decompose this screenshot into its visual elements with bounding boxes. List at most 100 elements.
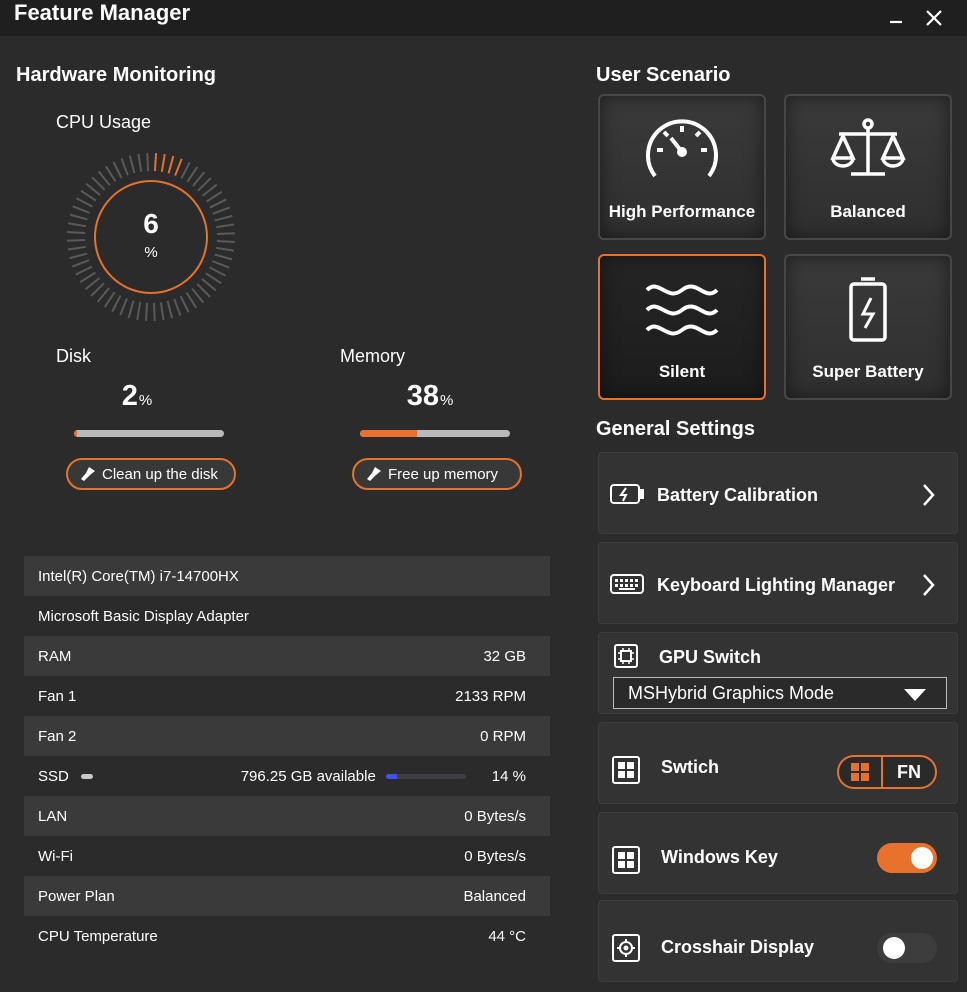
crosshair-display-toggle[interactable] bbox=[877, 933, 937, 963]
gauge-tick bbox=[85, 182, 101, 196]
close-icon bbox=[926, 10, 942, 26]
gauge-tick bbox=[179, 295, 190, 313]
cpu-usage-unit: % bbox=[144, 244, 158, 261]
keyboard-lighting-label: Keyboard Lighting Manager bbox=[657, 575, 896, 595]
gauge-tick bbox=[96, 287, 110, 303]
ssd-available: 796.25 GB available bbox=[240, 767, 376, 785]
ssd-indicator bbox=[80, 773, 93, 779]
crosshair-display-row: Crosshair Display bbox=[598, 900, 958, 982]
gauge-tick bbox=[137, 153, 143, 172]
hardware-info-table: Intel(R) Core(TM) i7-14700HX Microsoft B… bbox=[24, 556, 550, 956]
keyboard-icon bbox=[609, 573, 645, 600]
info-row-gpu: Microsoft Basic Display Adapter bbox=[38, 607, 249, 625]
keyboard-lighting-row[interactable]: Keyboard Lighting Manager bbox=[598, 542, 958, 624]
scenario-label: High Performance bbox=[608, 202, 756, 221]
gauge-tick bbox=[127, 300, 135, 319]
info-row-lan: LAN 0 Bytes/s bbox=[24, 796, 550, 836]
memory-usage-fill bbox=[360, 430, 417, 437]
gauge-tick bbox=[153, 153, 158, 172]
gauge-tick bbox=[206, 190, 223, 203]
gauge-tick bbox=[75, 197, 93, 208]
gauge-tick bbox=[111, 295, 122, 313]
gauge-tick bbox=[104, 165, 117, 182]
gauge-tick bbox=[67, 238, 86, 242]
crosshair-icon bbox=[611, 933, 641, 968]
windows-key-label: Windows Key bbox=[661, 847, 778, 867]
gauge-tick bbox=[152, 302, 156, 321]
gauge-tick bbox=[136, 301, 142, 321]
clean-disk-button[interactable]: Clean up the disk bbox=[66, 458, 236, 490]
windows-logo-icon bbox=[611, 845, 641, 880]
app-title: Feature Manager bbox=[14, 0, 191, 25]
gauge-tick bbox=[192, 171, 206, 187]
info-row-cpu: Intel(R) Core(TM) i7-14700HX bbox=[24, 556, 550, 596]
gpu-mode-value: MSHybrid Graphics Mode bbox=[628, 682, 835, 703]
gauge-tick bbox=[209, 266, 227, 277]
ssd-usage-fill bbox=[385, 773, 397, 779]
gauge-tick bbox=[205, 272, 222, 285]
sweep-icon bbox=[366, 466, 382, 482]
scenario-super-battery[interactable]: Super Battery bbox=[784, 254, 952, 400]
chevron-right-icon bbox=[921, 483, 935, 512]
battery-charging-icon bbox=[609, 483, 645, 510]
info-row-wifi: Wi-Fi 0 Bytes/s bbox=[38, 847, 526, 865]
windows-logo-icon bbox=[611, 755, 641, 790]
minimize-button[interactable] bbox=[884, 6, 908, 30]
gauge-tick bbox=[112, 161, 123, 179]
gauge-tick bbox=[159, 302, 165, 321]
minimize-icon bbox=[890, 20, 902, 24]
gauge-tick bbox=[173, 298, 182, 316]
info-row-fan2: Fan 20 RPM bbox=[24, 716, 550, 756]
sweep-icon bbox=[80, 466, 96, 482]
gpu-switch-label: GPU Switch bbox=[659, 647, 762, 667]
free-memory-button[interactable]: Free up memory bbox=[352, 458, 522, 490]
gauge-tick bbox=[160, 153, 166, 173]
gauge-tick bbox=[191, 287, 205, 304]
gauge-tick bbox=[201, 183, 218, 197]
windows-key-toggle[interactable] bbox=[877, 843, 937, 873]
close-button[interactable] bbox=[922, 6, 946, 30]
free-memory-label: Free up memory bbox=[388, 465, 499, 483]
memory-usage-bar bbox=[360, 430, 510, 437]
scenario-label: Balanced bbox=[830, 202, 906, 221]
gauge-tick bbox=[167, 155, 175, 174]
info-row-ssd: SSD 796.25 GB available 14 % bbox=[38, 767, 526, 785]
general-settings-title: General Settings bbox=[596, 418, 755, 440]
scenario-high-performance[interactable]: High Performance bbox=[598, 94, 766, 240]
ssd-percent: 14 % bbox=[491, 767, 526, 785]
disk-usage-bar bbox=[74, 430, 224, 437]
scenario-silent[interactable]: Silent bbox=[598, 254, 766, 400]
clean-disk-label: Clean up the disk bbox=[102, 465, 218, 483]
dropdown-arrow-icon bbox=[904, 689, 926, 701]
fn-windows-switch[interactable]: FN bbox=[837, 755, 937, 789]
info-row-power-plan: Power Plan Balanced bbox=[24, 876, 550, 916]
title-bar: Feature Manager bbox=[0, 0, 967, 36]
gauge-tick bbox=[79, 271, 96, 284]
fn-label: FN bbox=[897, 761, 921, 782]
swtich-row: Swtich FN bbox=[598, 722, 958, 804]
gauge-tick bbox=[197, 177, 212, 192]
battery-calibration-row[interactable]: Battery Calibration bbox=[598, 452, 958, 534]
info-row-cpu-temp: CPU Temperature 44 °C bbox=[38, 927, 526, 945]
speedometer-icon bbox=[600, 116, 764, 182]
gauge-tick bbox=[196, 283, 211, 298]
gauge-tick bbox=[212, 260, 230, 269]
gauge-tick bbox=[80, 189, 97, 202]
disk-value: 2% bbox=[121, 380, 153, 412]
scenario-balanced[interactable]: Balanced bbox=[784, 94, 952, 240]
gauge-tick bbox=[75, 265, 93, 276]
gpu-mode-select[interactable]: MSHybrid Graphics Mode bbox=[613, 677, 947, 709]
cpu-usage-label: CPU Usage bbox=[56, 112, 152, 132]
gpu-switch-row: GPU Switch MSHybrid Graphics Mode bbox=[598, 632, 958, 714]
gauge-tick bbox=[128, 155, 136, 174]
chevron-right-icon bbox=[921, 573, 935, 602]
gauge-tick bbox=[209, 198, 227, 209]
memory-value: 38% bbox=[406, 380, 454, 412]
battery-calibration-label: Battery Calibration bbox=[657, 485, 819, 505]
disk-label: Disk bbox=[56, 346, 91, 366]
user-scenario-title: User Scenario bbox=[596, 64, 731, 86]
windows-grid-icon bbox=[839, 757, 883, 787]
gauge-tick bbox=[180, 161, 191, 179]
gauge-tick bbox=[201, 278, 217, 292]
gauge-tick bbox=[72, 259, 90, 268]
